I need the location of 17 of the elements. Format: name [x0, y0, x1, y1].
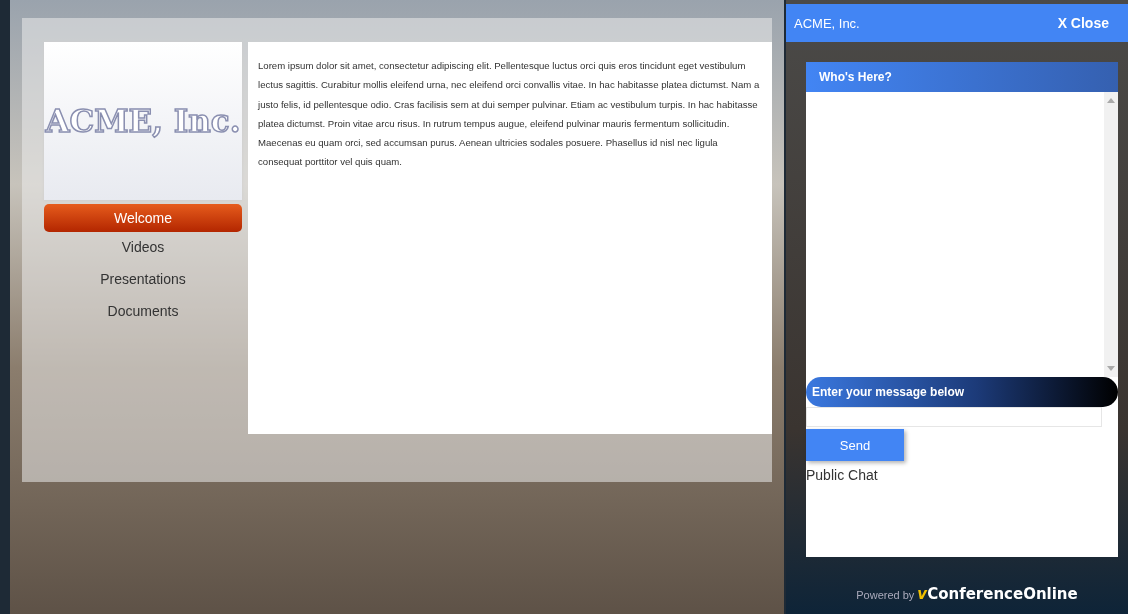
nav-item[interactable]: Presentations	[44, 264, 242, 296]
chat-title: ACME, Inc.	[794, 15, 860, 31]
send-button[interactable]: Send	[806, 429, 904, 461]
powered-by-text: Powered by	[856, 589, 915, 601]
whos-here-title: Who's Here?	[819, 70, 892, 84]
scroll-up-icon[interactable]	[1107, 98, 1115, 103]
close-button[interactable]: X Close	[1057, 15, 1109, 31]
scrollbar[interactable]	[1104, 92, 1118, 377]
nav-item[interactable]: Documents	[44, 296, 242, 328]
message-label: Enter your message below	[812, 385, 965, 399]
nav-item[interactable]: Videos	[44, 232, 242, 264]
brand-logo: vConferenceOnline	[917, 585, 1078, 603]
content-paragraph: Lorem ipsum dolor sit amet, consectetur adipiscing elit. Pellentesque luctus orci quis eros tincidunt eget vestibulum lectus sagittis. Curabitur mollis eleifend urna, nec eleifend orci convallis vitae. In hac habitasse platea dictumst. Nam a justo felis, id pellentesque odio. Cras facilisis sem at dui semper pulvinar. Etiam ac vestibulum turpis. In hac habitasse platea dictumst. Proin vitae arcu risus. In rutrum tempus augue, eleifend pulvinar mauris fermentum sollicitudin. Maecenas eu quam orci, sed accumsan purus. Aenean ultricies sodales posuere. Phasellus id nisl nec ligula consequat porttitor vel quis quam.	[258, 59, 761, 170]
room-label: Public Chat	[806, 467, 878, 483]
nav-item[interactable]: Welcome	[44, 204, 242, 232]
message-input[interactable]	[806, 407, 1102, 427]
scroll-down-icon[interactable]	[1107, 366, 1115, 371]
